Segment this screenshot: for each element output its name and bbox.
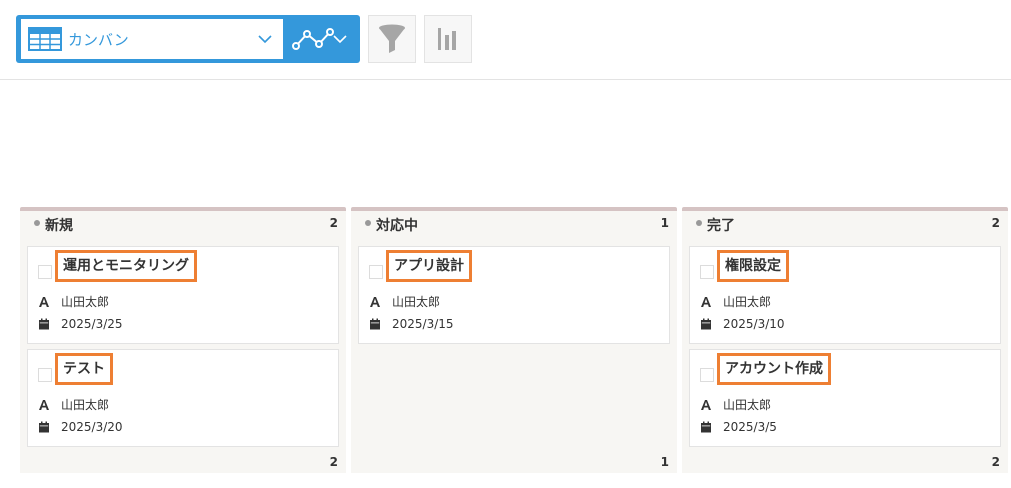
card-checkbox[interactable] [38,368,52,382]
calendar-icon [39,421,49,433]
card-date-row: 2025/3/20 [38,420,123,434]
card-date-row: 2025/3/15 [369,317,454,331]
calendar-icon [701,421,711,433]
column-dot [365,220,371,226]
card-date: 2025/3/20 [61,420,123,434]
user-field-icon [39,296,49,307]
card-title[interactable]: テスト [55,353,113,385]
column-title: 対応中 [376,218,418,234]
card-checkbox[interactable] [38,265,52,279]
card-title[interactable]: 運用とモニタリング [55,250,197,282]
column-count: 2 [329,216,338,230]
card-date-row: 2025/3/10 [700,317,785,331]
card-assignee: 山田太郎 [61,398,110,412]
view-dropdown[interactable]: カンバン [21,19,283,59]
kanban-card[interactable]: 権限設定 山田太郎 2025/3/10 [689,246,1001,344]
kanban-column-done: 完了 2 権限設定 山田太郎 2025/3/10 アカウント作成 山田太郎 20… [682,207,1008,473]
column-footer-count: 1 [660,455,669,469]
card-title[interactable]: アカウント作成 [717,353,831,385]
graph-menu-button[interactable] [278,15,360,63]
kanban-card[interactable]: テスト 山田太郎 2025/3/20 [27,349,339,447]
card-checkbox[interactable] [369,265,383,279]
filter-icon [379,24,405,53]
column-header: 対応中 1 [351,211,677,241]
card-date-row: 2025/3/5 [700,420,777,434]
view-name: カンバン [68,30,129,49]
calendar-icon [370,318,380,330]
column-footer-count: 2 [991,455,1000,469]
card-assignee: 山田太郎 [723,295,772,309]
card-checkbox[interactable] [700,265,714,279]
column-header: 完了 2 [682,211,1008,241]
column-dot [34,220,40,226]
card-checkbox[interactable] [700,368,714,382]
chevron-down-icon [333,35,347,44]
card-date-row: 2025/3/25 [38,317,123,331]
card-title[interactable]: 権限設定 [717,250,789,282]
calendar-icon [701,318,711,330]
card-date: 2025/3/15 [392,317,454,331]
bar-chart-icon [438,28,456,50]
column-header: 新規 2 [20,211,346,241]
calendar-icon [39,318,49,330]
table-icon [28,27,62,51]
column-count: 1 [660,216,669,230]
user-field-icon [701,296,711,307]
card-assignee-row: 山田太郎 [700,293,771,310]
column-title: 新規 [45,218,73,234]
view-selector: カンバン [16,15,360,63]
card-title[interactable]: アプリ設計 [386,250,472,282]
user-field-icon [370,296,380,307]
column-title: 完了 [707,218,735,234]
kanban-card[interactable]: 運用とモニタリング 山田太郎 2025/3/25 [27,246,339,344]
kanban-column-new: 新規 2 運用とモニタリング 山田太郎 2025/3/25 テスト 山田太郎 2… [20,207,346,473]
kanban-board: 新規 2 運用とモニタリング 山田太郎 2025/3/25 テスト 山田太郎 2… [20,207,1010,475]
column-footer-count: 2 [329,455,338,469]
user-field-icon [39,399,49,410]
filter-button[interactable] [368,15,416,63]
chevron-down-icon [258,35,272,44]
card-date: 2025/3/10 [723,317,785,331]
column-dot [696,220,702,226]
column-count: 2 [991,216,1000,230]
card-assignee-row: 山田太郎 [38,293,109,310]
toolbar: カンバン [0,0,1011,80]
card-assignee-row: 山田太郎 [700,396,771,413]
card-date: 2025/3/5 [723,420,777,434]
kanban-card[interactable]: アプリ設計 山田太郎 2025/3/15 [358,246,670,344]
kanban-card[interactable]: アカウント作成 山田太郎 2025/3/5 [689,349,1001,447]
card-assignee: 山田太郎 [392,295,441,309]
card-assignee: 山田太郎 [61,295,110,309]
card-assignee-row: 山田太郎 [369,293,440,310]
user-field-icon [701,399,711,410]
card-assignee-row: 山田太郎 [38,396,109,413]
chart-button[interactable] [424,15,472,63]
card-assignee: 山田太郎 [723,398,772,412]
line-graph-icon [292,28,334,50]
card-date: 2025/3/25 [61,317,123,331]
kanban-column-in-progress: 対応中 1 アプリ設計 山田太郎 2025/3/15 1 [351,207,677,473]
